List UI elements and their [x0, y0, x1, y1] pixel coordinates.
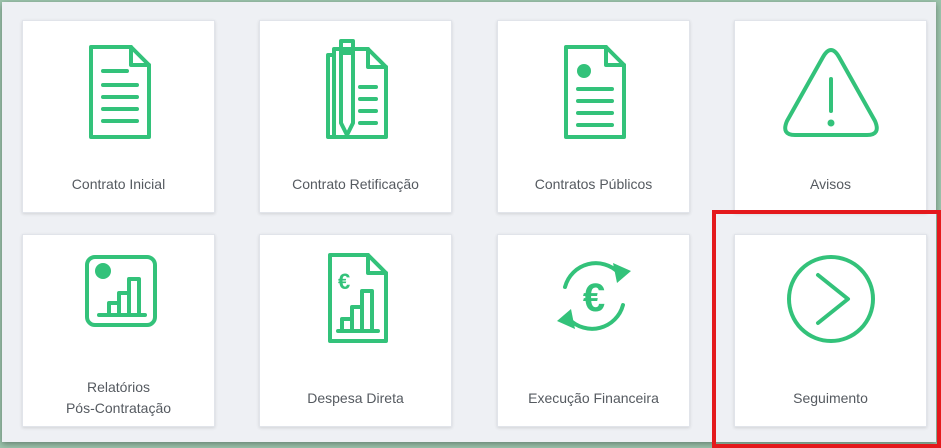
document-icon: [88, 45, 151, 139]
tile-label-line1: Relatórios: [86, 379, 151, 395]
tile-despesa-direta[interactable]: € Despesa Direta: [259, 234, 452, 427]
document-pen-icon: [325, 39, 388, 139]
tile-execucao-financeira[interactable]: € Execução Financeira: [497, 234, 690, 427]
report-chart-icon: [84, 255, 157, 327]
euro-cycle-icon: €: [556, 261, 631, 331]
tile-avisos[interactable]: Avisos: [734, 20, 927, 213]
tile-label: Execução Financeira: [528, 390, 659, 406]
warning-icon: [782, 48, 879, 137]
svg-text:€: €: [338, 269, 350, 294]
tile-label: Relatórios Pós-Contratação: [23, 377, 214, 419]
tile-contrato-inicial[interactable]: Contrato Inicial: [22, 20, 215, 213]
tile-label: Avisos: [810, 176, 851, 192]
svg-text:€: €: [582, 276, 604, 320]
tile-label: Contrato Retificação: [292, 176, 419, 192]
tile-label: Contratos Públicos: [534, 176, 653, 192]
tile-label: Despesa Direta: [307, 390, 404, 406]
euro-document-chart-icon: €: [327, 253, 388, 343]
tile-label: Contrato Inicial: [71, 176, 166, 192]
tile-label-line2: Pós-Contratação: [65, 400, 172, 416]
highlight-frame: [712, 210, 941, 448]
tile-contrato-retificacao[interactable]: Contrato Retificação: [259, 20, 452, 213]
tile-contratos-publicos[interactable]: Contratos Públicos: [497, 20, 690, 213]
tile-relatorios-pos-contratacao[interactable]: Relatórios Pós-Contratação: [22, 234, 215, 427]
document-public-icon: [563, 45, 626, 139]
